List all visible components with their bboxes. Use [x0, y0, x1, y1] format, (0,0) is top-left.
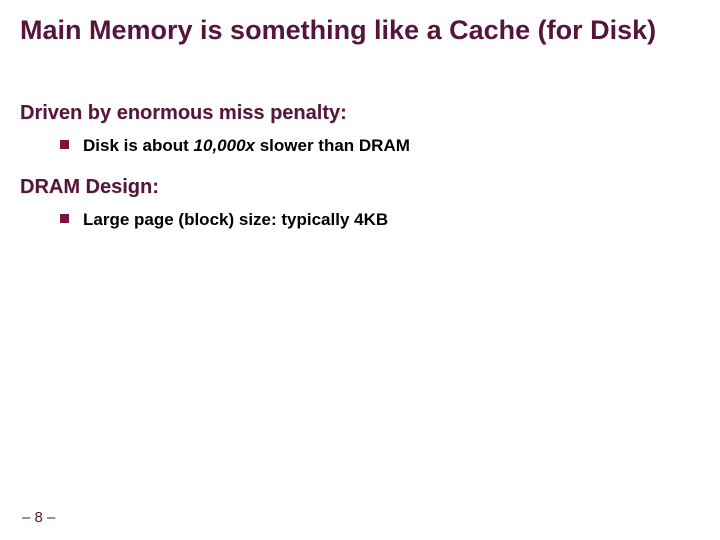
bullet-pre: Disk is about	[83, 136, 194, 155]
section-heading-dram-design: DRAM Design:	[20, 176, 700, 199]
slide-title: Main Memory is something like a Cache (f…	[20, 14, 700, 46]
bullet-text: Disk is about 10,000x slower than DRAM	[83, 135, 410, 158]
square-bullet-icon	[60, 140, 69, 149]
section-heading-miss-penalty: Driven by enormous miss penalty:	[20, 102, 700, 125]
bullet-emphasis: 10,000x	[194, 136, 255, 155]
bullet-text: Large page (block) size: typically 4KB	[83, 209, 388, 232]
bullet-post: slower than DRAM	[255, 136, 410, 155]
square-bullet-icon	[60, 214, 69, 223]
page-number: – 8 –	[22, 509, 55, 526]
bullet-item: Large page (block) size: typically 4KB	[60, 209, 700, 232]
bullet-item: Disk is about 10,000x slower than DRAM	[60, 135, 700, 158]
bullet-pre: Large page (block) size: typically 4KB	[83, 210, 388, 229]
